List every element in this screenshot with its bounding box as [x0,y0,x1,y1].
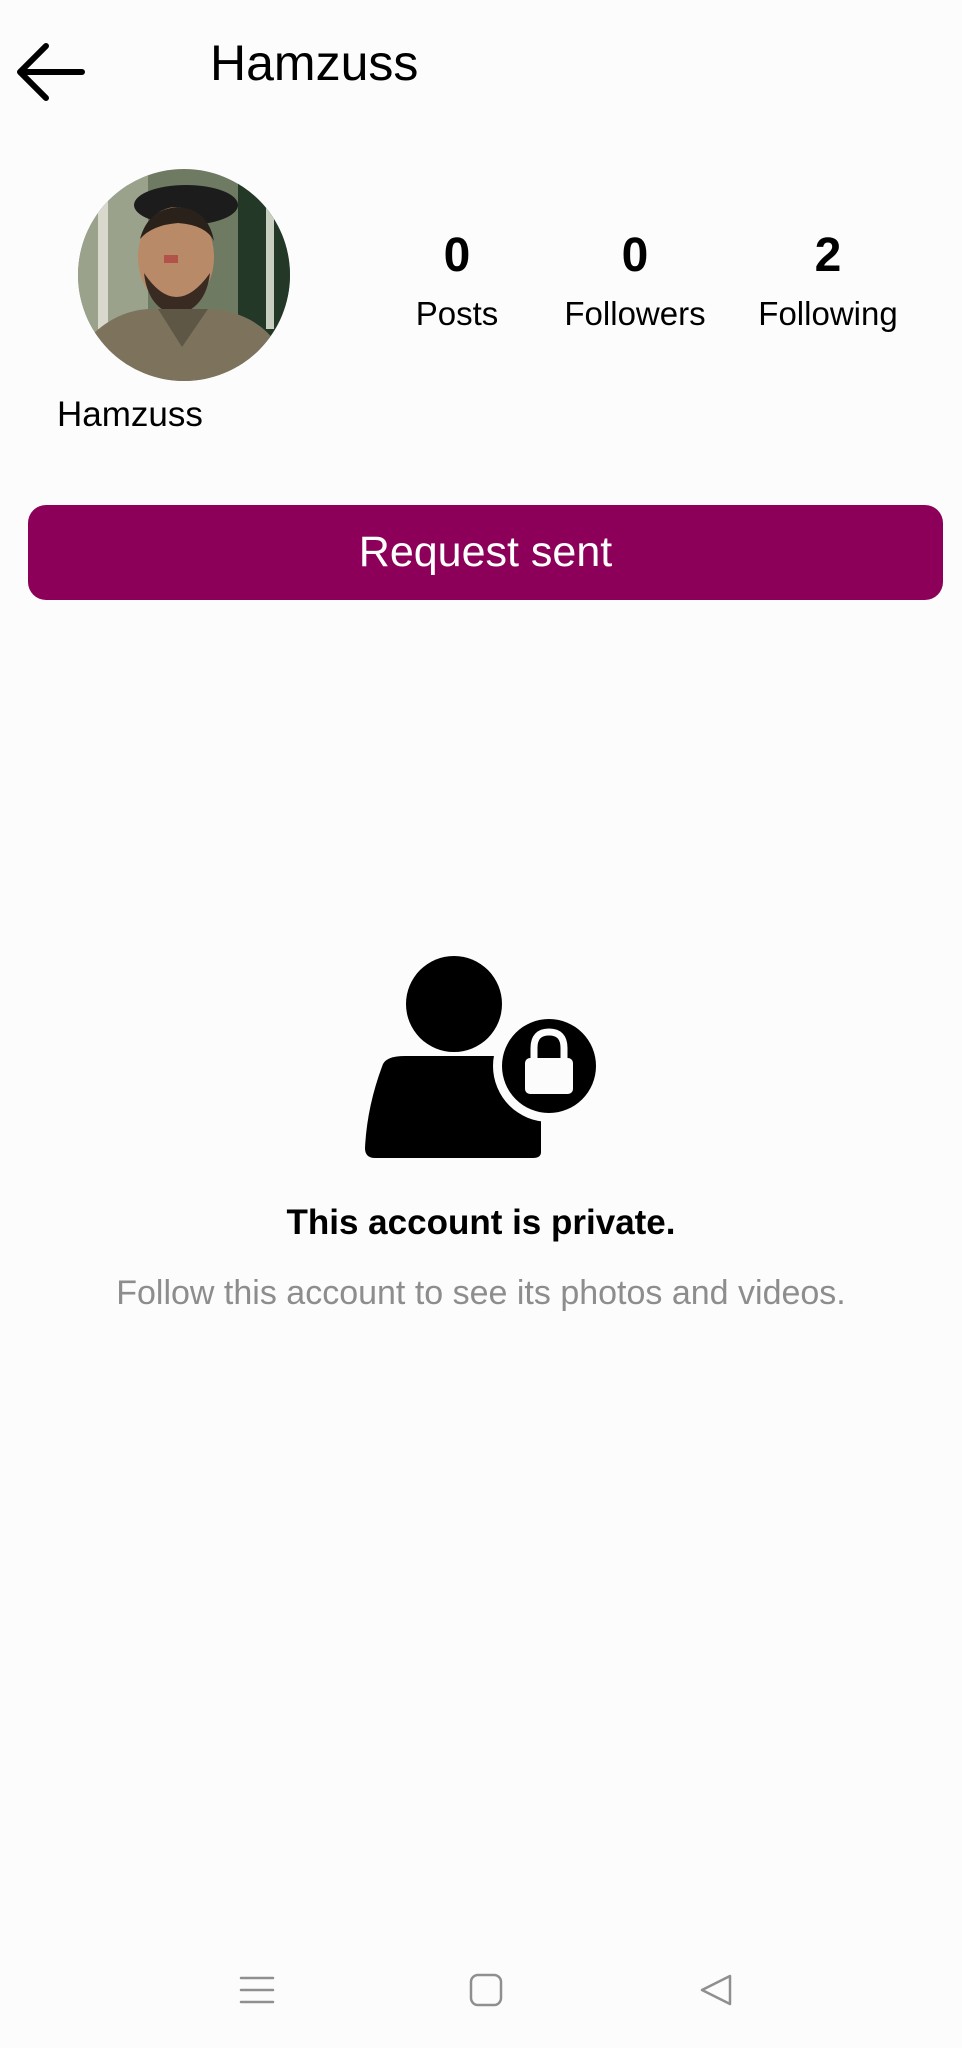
followers-count: 0 [621,229,649,282]
home-button[interactable] [441,1940,531,2040]
stat-following[interactable]: 2 Following [733,226,923,336]
private-account-subtitle: Follow this account to see its photos an… [116,1274,846,1312]
page-title: Hamzuss [210,35,419,91]
request-sent-button[interactable]: Request sent [28,505,943,600]
stat-posts[interactable]: 0 Posts [362,226,552,336]
posts-label: Posts [415,295,499,332]
following-label: Following [758,295,898,332]
following-count: 2 [814,229,842,282]
system-nav-bar [0,1940,962,2040]
profile-photo [78,169,290,381]
stat-followers[interactable]: 0 Followers [540,226,730,336]
back-nav-button[interactable] [671,1940,761,2040]
posts-count: 0 [443,229,471,282]
menu-icon [239,1976,275,2004]
recent-apps-button[interactable] [212,1940,302,2040]
back-triangle-icon [700,1974,732,2006]
back-button[interactable] [8,34,92,110]
username: Hamzuss [57,395,203,434]
private-account-lock-icon [365,956,600,1158]
followers-label: Followers [564,295,706,332]
profile-page: Hamzuss Hamzuss 0 Posts 0 Followers 2 Fo… [0,0,962,2048]
arrow-left-icon [17,43,85,101]
home-square-icon [469,1973,503,2007]
avatar[interactable] [78,169,290,381]
private-account-title: This account is private. [286,1203,676,1242]
